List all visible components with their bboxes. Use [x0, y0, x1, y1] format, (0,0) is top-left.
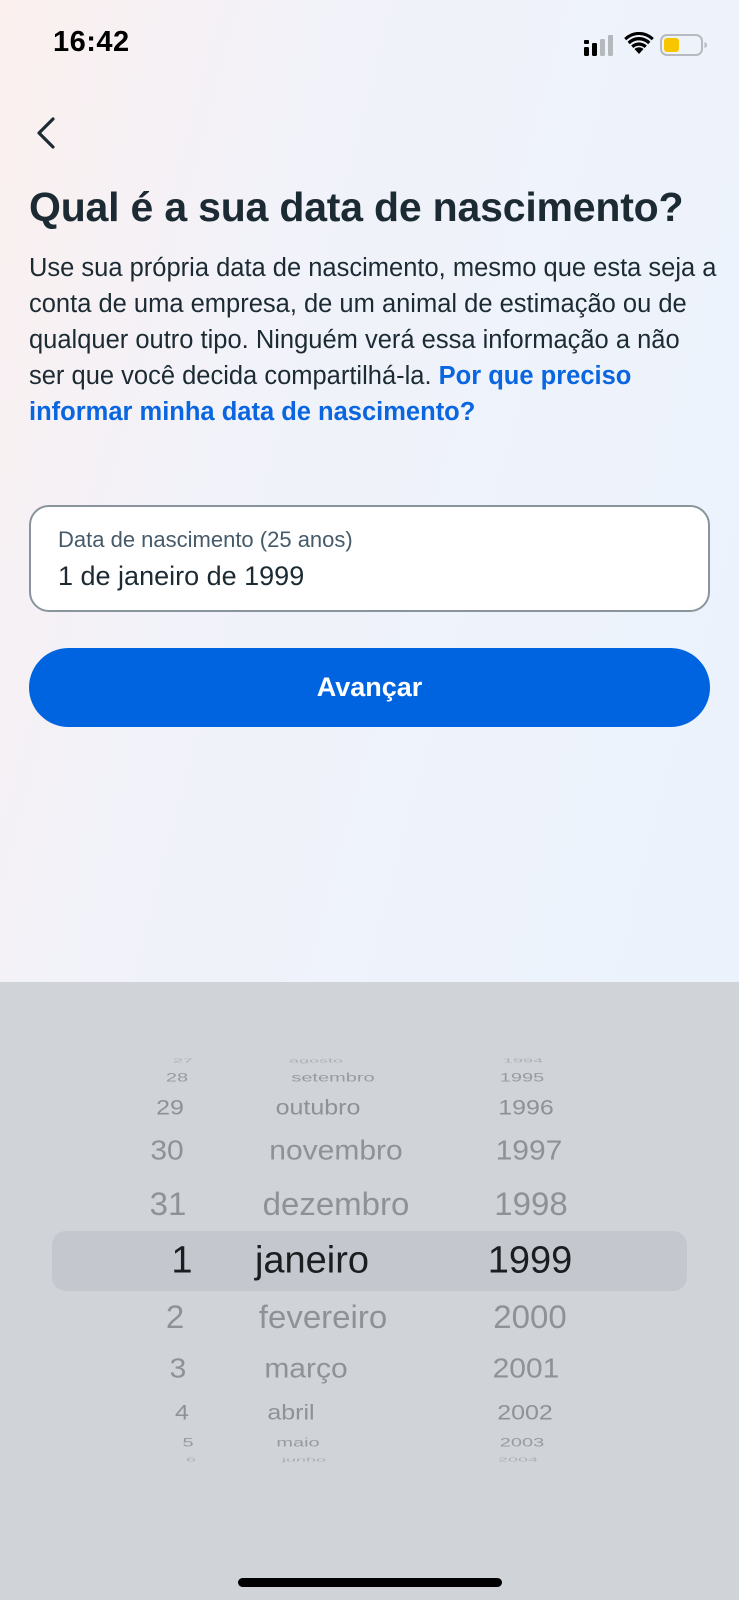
status-time: 16:42 [53, 26, 130, 58]
picker-year-selected[interactable]: 1999 [488, 1240, 573, 1283]
back-button[interactable] [26, 110, 66, 156]
home-indicator [238, 1578, 502, 1587]
picker-month-option[interactable]: abril [267, 1401, 314, 1426]
picker-month-option[interactable]: outubro [276, 1096, 361, 1121]
picker-year-option[interactable]: 2002 [497, 1401, 553, 1426]
birthdate-field-label: Data de nascimento (25 anos) [58, 527, 353, 552]
picker-day-option[interactable]: 4 [175, 1401, 189, 1426]
picker-year-option[interactable]: 2004 [498, 1457, 538, 1463]
page-title: Qual é a sua data de nascimento? [29, 184, 684, 230]
picker-month-option[interactable]: junho [282, 1457, 326, 1463]
picker-year-option[interactable]: 1997 [496, 1135, 563, 1167]
picker-day-option[interactable]: 6 [186, 1457, 196, 1463]
cellular-signal-icon [584, 35, 613, 56]
picker-day-selected[interactable]: 1 [171, 1240, 192, 1283]
picker-month-option[interactable]: fevereiro [259, 1298, 387, 1336]
picker-day-option[interactable]: 30 [150, 1135, 183, 1167]
picker-year-option[interactable]: 2003 [500, 1436, 545, 1450]
birthdate-field[interactable]: Data de nascimento (25 anos) 1 de janeir… [29, 505, 710, 612]
wifi-icon [624, 32, 654, 54]
picker-day-option[interactable]: 3 [170, 1353, 187, 1385]
picker-year-option[interactable]: 1996 [498, 1096, 554, 1121]
picker-month-option[interactable]: maio [276, 1436, 319, 1450]
picker-month-option[interactable]: setembro [291, 1071, 374, 1085]
picker-day-option[interactable]: 29 [156, 1096, 184, 1121]
birthdate-field-value: 1 de janeiro de 1999 [58, 561, 305, 591]
picker-year-option[interactable]: 1994 [503, 1058, 543, 1064]
picker-day-option[interactable]: 28 [166, 1071, 188, 1085]
picker-year-option[interactable]: 1998 [494, 1185, 567, 1223]
description: Use sua própria data de nascimento, mesm… [29, 250, 719, 430]
picker-day-option[interactable]: 31 [150, 1185, 187, 1223]
date-picker[interactable]: 27 28 29 30 31 1 2 3 4 5 6 agosto setembro outubro nov… [0, 982, 739, 1600]
picker-month-option[interactable]: dezembro [263, 1185, 410, 1223]
picker-month-selected[interactable]: janeiro [255, 1240, 369, 1283]
status-bar: 16:42 [0, 0, 739, 90]
picker-month-option[interactable]: novembro [269, 1135, 402, 1167]
picker-year-option[interactable]: 2000 [493, 1298, 566, 1336]
picker-month-option[interactable]: agosto [289, 1058, 343, 1064]
picker-month-option[interactable]: março [264, 1353, 347, 1385]
picker-day-option[interactable]: 5 [182, 1436, 193, 1450]
picker-year-option[interactable]: 1995 [500, 1071, 545, 1085]
picker-day-option[interactable]: 2 [166, 1298, 184, 1336]
chevron-left-icon [37, 117, 55, 149]
battery-icon [660, 34, 707, 56]
next-button[interactable]: Avançar [29, 648, 710, 727]
picker-day-option[interactable]: 27 [173, 1058, 193, 1064]
picker-year-option[interactable]: 2001 [493, 1353, 560, 1385]
picker-wheel[interactable]: 27 28 29 30 31 1 2 3 4 5 6 agosto setembro outubro nov… [0, 982, 739, 1600]
